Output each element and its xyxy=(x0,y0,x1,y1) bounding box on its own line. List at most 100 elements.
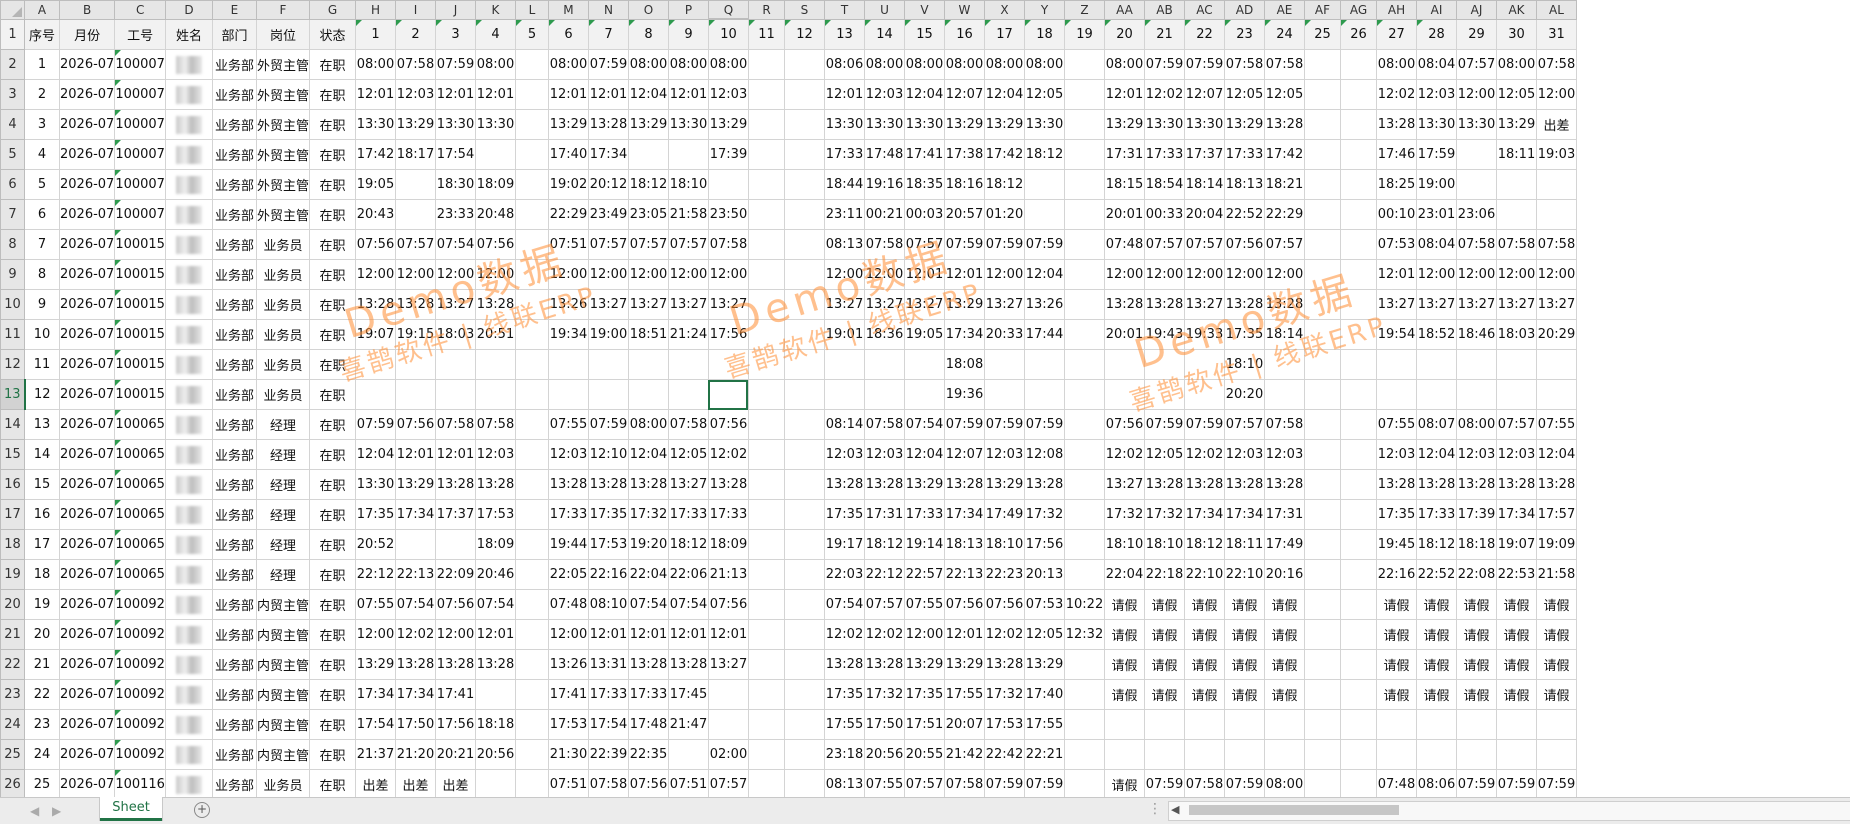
table-cell[interactable]: 18:36 xyxy=(863,319,905,350)
header-cell[interactable]: 21 xyxy=(1143,18,1185,50)
table-cell[interactable]: 17:46 xyxy=(1375,139,1417,170)
table-cell[interactable]: 12:02 xyxy=(1375,79,1417,110)
table-cell[interactable]: 13:28 xyxy=(354,289,396,320)
header-cell[interactable]: 25 xyxy=(1303,18,1341,50)
table-cell[interactable]: 20:56 xyxy=(863,739,905,770)
table-cell[interactable]: 07:58 xyxy=(707,229,749,260)
column-header-a[interactable]: A xyxy=(24,0,60,20)
table-cell[interactable] xyxy=(747,559,785,590)
table-cell[interactable]: 07:58 xyxy=(1495,229,1537,260)
table-cell[interactable] xyxy=(1303,409,1341,440)
header-cell[interactable]: 6 xyxy=(547,18,589,50)
table-cell[interactable]: 12:01 xyxy=(434,439,476,470)
table-cell[interactable]: 08:00 xyxy=(1495,49,1537,80)
table-cell[interactable] xyxy=(1495,379,1537,410)
table-cell[interactable] xyxy=(747,409,785,440)
table-cell[interactable]: 13:28 xyxy=(434,649,476,680)
table-cell[interactable]: 07:57 xyxy=(863,589,905,620)
table-cell[interactable]: 17:50 xyxy=(394,709,436,740)
table-cell[interactable] xyxy=(1375,739,1417,770)
table-cell[interactable]: 08:10 xyxy=(587,589,629,620)
table-cell[interactable]: 业务员 xyxy=(255,289,310,320)
table-cell[interactable]: 经理 xyxy=(255,439,310,470)
table-cell[interactable]: 在职 xyxy=(308,409,356,440)
table-cell[interactable] xyxy=(1339,679,1377,710)
header-cell[interactable]: 序号 xyxy=(24,18,60,50)
table-cell[interactable] xyxy=(783,349,825,380)
table-cell[interactable] xyxy=(1023,199,1065,230)
table-cell[interactable]: 07:48 xyxy=(1103,229,1145,260)
table-cell[interactable]: 业务部 xyxy=(211,769,257,800)
table-cell[interactable]: 22:12 xyxy=(863,559,905,590)
table-cell[interactable] xyxy=(1063,439,1105,470)
table-cell[interactable]: 2026-07 xyxy=(58,199,116,230)
table-cell[interactable]: 100092 xyxy=(114,709,166,740)
table-cell[interactable]: 22:12 xyxy=(354,559,396,590)
table-cell[interactable]: 07:58 xyxy=(1535,229,1577,260)
row-header[interactable]: 25 xyxy=(0,739,25,770)
column-header-w[interactable]: W xyxy=(943,0,985,20)
table-cell[interactable] xyxy=(1339,409,1377,440)
table-cell[interactable]: 07:59 xyxy=(1143,49,1185,80)
table-cell[interactable] xyxy=(1303,679,1341,710)
header-cell[interactable]: 22 xyxy=(1183,18,1225,50)
table-cell[interactable] xyxy=(164,679,213,710)
table-cell[interactable]: 07:57 xyxy=(627,229,669,260)
table-cell[interactable] xyxy=(1495,349,1537,380)
table-cell[interactable]: 业务员 xyxy=(255,769,310,800)
table-cell[interactable]: 17:33 xyxy=(667,499,709,530)
table-cell[interactable]: 19:54 xyxy=(1375,319,1417,350)
table-cell[interactable]: 12:01 xyxy=(667,79,709,110)
row-header[interactable]: 2 xyxy=(0,49,25,80)
row-header[interactable]: 1 xyxy=(0,18,25,50)
table-cell[interactable]: 12:00 xyxy=(1455,79,1497,110)
table-cell[interactable]: 2026-07 xyxy=(58,409,116,440)
table-cell[interactable]: 08:06 xyxy=(1415,769,1457,800)
table-cell[interactable] xyxy=(1183,379,1225,410)
table-cell[interactable]: 13:27 xyxy=(1375,289,1417,320)
table-cell[interactable] xyxy=(1339,259,1377,290)
table-cell[interactable]: 13:29 xyxy=(547,109,589,140)
table-cell[interactable]: 业务部 xyxy=(211,169,257,200)
table-cell[interactable]: 07:56 xyxy=(474,229,516,260)
table-cell[interactable]: 出差 xyxy=(354,769,396,800)
table-cell[interactable] xyxy=(394,169,436,200)
table-cell[interactable]: 20:43 xyxy=(354,199,396,230)
table-cell[interactable] xyxy=(747,589,785,620)
table-cell[interactable] xyxy=(783,379,825,410)
table-cell[interactable] xyxy=(1063,169,1105,200)
table-cell[interactable]: 请假 xyxy=(1495,679,1537,710)
table-cell[interactable]: 13:29 xyxy=(903,469,945,500)
table-cell[interactable]: 12:01 xyxy=(474,619,516,650)
table-cell[interactable]: 13:28 xyxy=(983,649,1025,680)
table-cell[interactable]: 经理 xyxy=(255,559,310,590)
table-cell[interactable] xyxy=(783,319,825,350)
table-cell[interactable]: 21:58 xyxy=(667,199,709,230)
table-cell[interactable]: 12 xyxy=(24,379,60,410)
table-cell[interactable]: 07:58 xyxy=(667,409,709,440)
table-cell[interactable]: 12:03 xyxy=(547,439,589,470)
table-cell[interactable]: 13:28 xyxy=(823,649,865,680)
table-cell[interactable] xyxy=(164,739,213,770)
table-cell[interactable]: 07:59 xyxy=(1495,769,1537,800)
table-cell[interactable]: 18:18 xyxy=(474,709,516,740)
table-cell[interactable] xyxy=(863,349,905,380)
table-cell[interactable]: 07:55 xyxy=(547,409,589,440)
table-cell[interactable]: 17:45 xyxy=(667,679,709,710)
table-cell[interactable]: 18:46 xyxy=(1455,319,1497,350)
table-cell[interactable]: 18:10 xyxy=(1223,349,1265,380)
table-cell[interactable]: 07:57 xyxy=(707,769,749,800)
table-cell[interactable]: 21:37 xyxy=(354,739,396,770)
table-cell[interactable] xyxy=(1183,709,1225,740)
table-cell[interactable] xyxy=(1063,769,1105,800)
table-cell[interactable]: 2026-07 xyxy=(58,469,116,500)
table-cell[interactable]: 13:27 xyxy=(1183,289,1225,320)
table-cell[interactable]: 12:01 xyxy=(587,619,629,650)
table-cell[interactable]: 17:34 xyxy=(587,139,629,170)
table-cell[interactable]: 17:54 xyxy=(434,139,476,170)
table-cell[interactable]: 17:41 xyxy=(547,679,589,710)
table-cell[interactable] xyxy=(707,169,749,200)
table-cell[interactable] xyxy=(1415,379,1457,410)
table-cell[interactable]: 100092 xyxy=(114,679,166,710)
table-cell[interactable] xyxy=(627,349,669,380)
